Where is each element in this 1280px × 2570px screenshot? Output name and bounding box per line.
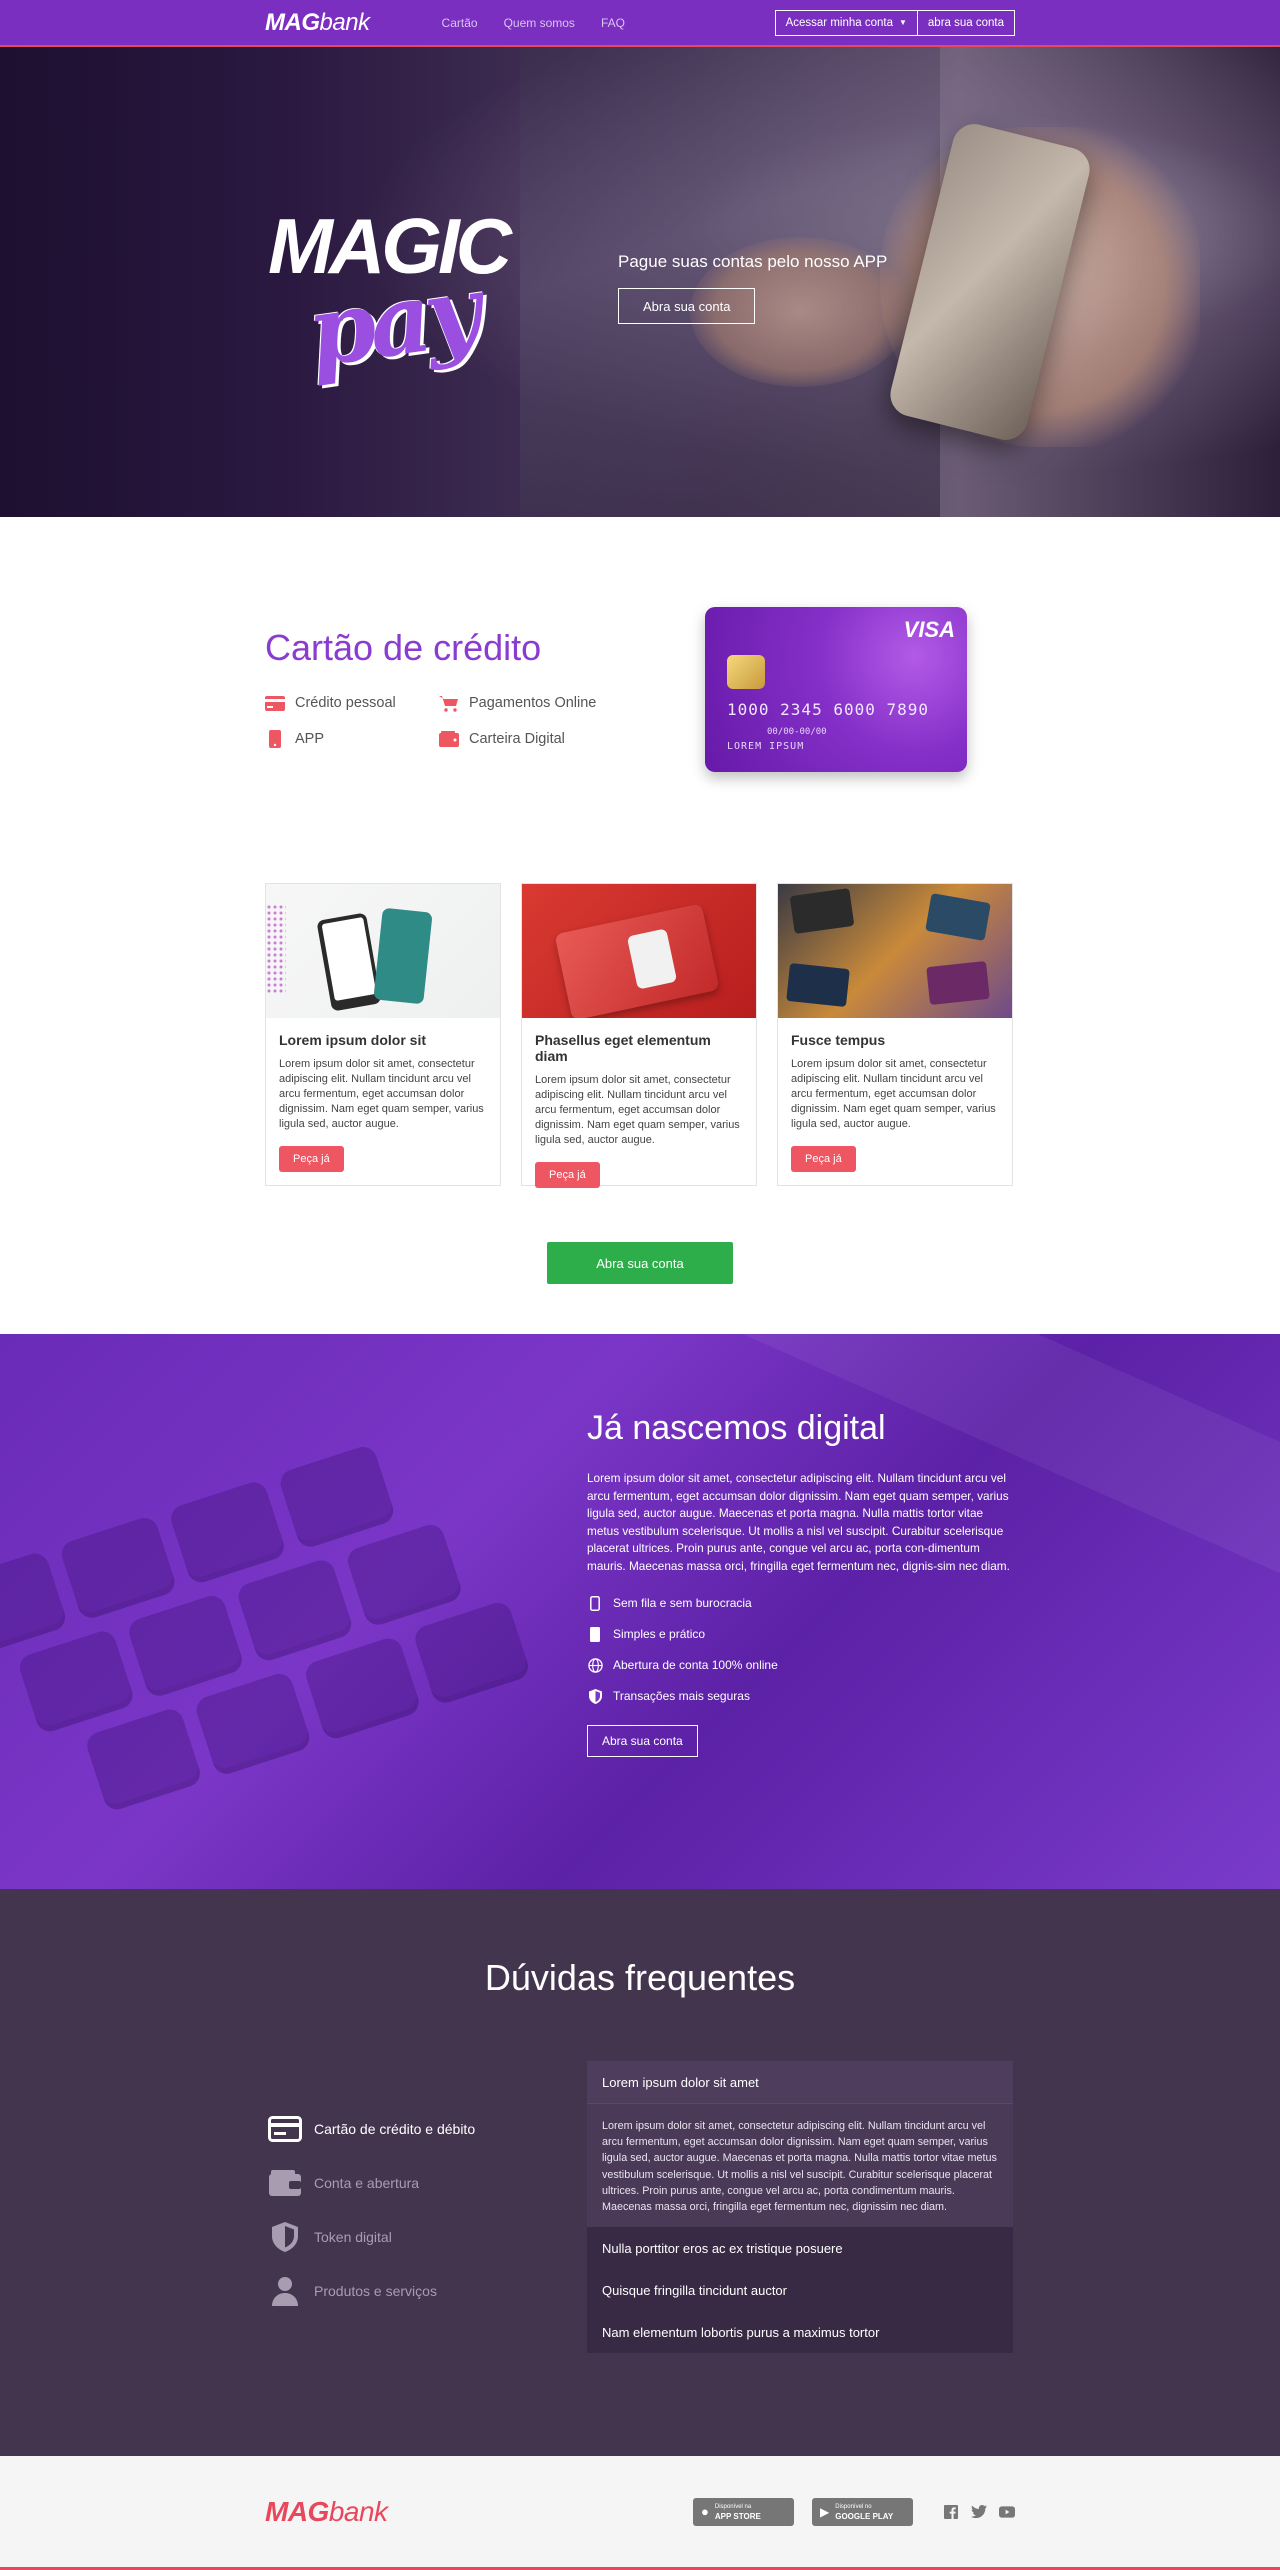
faq-question[interactable]: Quisque fringilla tincidunt auctor	[587, 2269, 1013, 2312]
credit-card-icon	[265, 695, 285, 711]
product-card: Lorem ipsum dolor sit Lorem ipsum dolor …	[265, 883, 501, 1186]
faq-category-conta[interactable]: Conta e abertura	[268, 2169, 475, 2196]
nav-link-cartao[interactable]: Cartão	[442, 16, 478, 30]
magbank-logo[interactable]: MAGbank	[265, 9, 370, 37]
card-holder: LOREM IPSUM	[727, 741, 805, 752]
cart-icon	[439, 695, 459, 712]
phone-icon	[587, 1595, 603, 1611]
faq-category-cartao[interactable]: Cartão de crédito e débito	[268, 2115, 475, 2142]
visa-credit-card-image: VISA 1000 2345 6000 7890 00/00-00/00 LOR…	[705, 607, 967, 772]
mobile-icon	[587, 1626, 603, 1642]
hero-banner: MAGIC pay Pague suas contas pelo nosso A…	[0, 47, 1280, 517]
top-nav: MAGbank Cartão Quem somos FAQ Acessar mi…	[0, 0, 1280, 47]
facebook-icon[interactable]	[943, 2504, 959, 2520]
faq-category-produtos[interactable]: Produtos e serviços	[268, 2276, 475, 2306]
account-dropdown-button[interactable]: Acessar minha conta ▼	[774, 9, 918, 36]
faq-question[interactable]: Nam elementum lobortis purus a maximus t…	[587, 2311, 1013, 2354]
app-store-badge[interactable]: ● Disponível na APP STORE	[693, 2497, 794, 2526]
feature-carteira-digital: Carteira Digital	[439, 731, 619, 747]
footer: MAGbank ● Disponível na APP STORE ▶ Dispo…	[0, 2456, 1280, 2570]
play-icon: ▶	[820, 2504, 830, 2519]
card-chip	[727, 655, 765, 689]
faq-accordion: Lorem ipsum dolor sit amet Lorem ipsum d…	[587, 2061, 1013, 2354]
twitter-icon[interactable]	[971, 2504, 987, 2520]
feature-credito-pessoal: Crédito pessoal	[265, 695, 439, 711]
nav-link-faq[interactable]: FAQ	[601, 16, 625, 30]
open-account-cta-button[interactable]: Abra sua conta	[547, 1242, 733, 1284]
products-section: Lorem ipsum dolor sit Lorem ipsum dolor …	[0, 857, 1280, 1334]
product-card: Phasellus eget elementum diam Lorem ipsu…	[521, 883, 757, 1188]
nav-links: Cartão Quem somos FAQ	[442, 16, 625, 30]
order-now-button[interactable]: Peça já	[535, 1162, 600, 1188]
phone-icon	[265, 730, 285, 748]
faq-section: Dúvidas frequentes Cartão de crédito e d…	[0, 1889, 1280, 2456]
wallet-icon	[439, 731, 459, 747]
product-image-app	[266, 884, 500, 1018]
product-title: Lorem ipsum dolor sit	[279, 1032, 427, 1048]
digital-open-account-button[interactable]: Abra sua conta	[587, 1725, 698, 1757]
digital-section: Já nascemos digital Lorem ipsum dolor si…	[0, 1334, 1280, 1889]
digital-description: Lorem ipsum dolor sit amet, consectetur …	[587, 1471, 1010, 1573]
product-description: Lorem ipsum dolor sit amet, consectetur …	[535, 1074, 740, 1146]
user-icon	[268, 2276, 302, 2306]
hero-tagline: Pague suas contas pelo nosso APP	[618, 252, 888, 271]
digital-item: Sem fila e sem burocracia	[587, 1595, 1012, 1611]
faq-category-token[interactable]: Token digital	[268, 2221, 475, 2252]
card-validity: 00/00-00/00	[767, 727, 827, 737]
faq-categories: Cartão de crédito e débito Conta e abert…	[268, 2115, 475, 2331]
digital-title: Já nascemos digital	[587, 1409, 886, 1447]
product-title: Fusce tempus	[791, 1032, 886, 1048]
apple-icon: ●	[701, 2504, 709, 2519]
product-title: Phasellus eget elementum diam	[535, 1032, 711, 1064]
faq-title: Dúvidas frequentes	[484, 1957, 796, 1998]
faq-question[interactable]: Nulla porttitor eros ac ex tristique pos…	[587, 2227, 1013, 2270]
google-play-badge[interactable]: ▶ Disponível no GOOGLE PLAY	[812, 2497, 913, 2526]
order-now-button[interactable]: Peça já	[279, 1146, 344, 1172]
caret-down-icon: ▼	[898, 18, 907, 27]
hero-open-account-button[interactable]: Abra sua conta	[618, 288, 756, 324]
product-card: Fusce tempus Lorem ipsum dolor sit amet,…	[777, 883, 1013, 1186]
credit-card-icon	[268, 2115, 302, 2142]
card-number: 1000 2345 6000 7890	[727, 700, 930, 719]
product-image-red-card	[522, 884, 756, 1018]
open-account-nav-button[interactable]: abra sua conta	[917, 9, 1015, 36]
feature-pagamentos-online: Pagamentos Online	[439, 695, 619, 712]
wallet-icon	[268, 2169, 302, 2196]
feature-app: APP	[265, 730, 439, 748]
product-description: Lorem ipsum dolor sit amet, consectetur …	[279, 1058, 484, 1130]
youtube-icon[interactable]	[999, 2504, 1015, 2520]
faq-question-open[interactable]: Lorem ipsum dolor sit amet	[587, 2061, 1013, 2103]
digital-item: Transações mais seguras	[587, 1688, 1012, 1704]
globe-icon	[587, 1657, 603, 1673]
shield-icon	[587, 1688, 603, 1704]
credit-card-section: Cartão de crédito Crédito pessoal Pagame…	[0, 517, 1280, 857]
product-image-card-collage	[778, 884, 1012, 1018]
footer-magbank-logo[interactable]: MAGbank	[265, 2496, 388, 2528]
visa-logo: VISA	[903, 617, 955, 642]
magic-pay-logo: MAGIC pay	[268, 202, 512, 390]
digital-item: Simples e prático	[587, 1626, 1012, 1642]
faq-answer: Lorem ipsum dolor sit amet, consectetur …	[587, 2103, 1013, 2228]
keyboard-background-image	[0, 1408, 611, 1889]
nav-link-quem-somos[interactable]: Quem somos	[504, 16, 575, 30]
account-dropdown-label: Acessar minha conta	[785, 16, 893, 29]
credit-title: Cartão de crédito	[265, 627, 542, 668]
order-now-button[interactable]: Peça já	[791, 1146, 856, 1172]
digital-item: Abertura de conta 100% online	[587, 1657, 1012, 1673]
shield-icon	[268, 2221, 302, 2252]
product-description: Lorem ipsum dolor sit amet, consectetur …	[791, 1058, 996, 1130]
